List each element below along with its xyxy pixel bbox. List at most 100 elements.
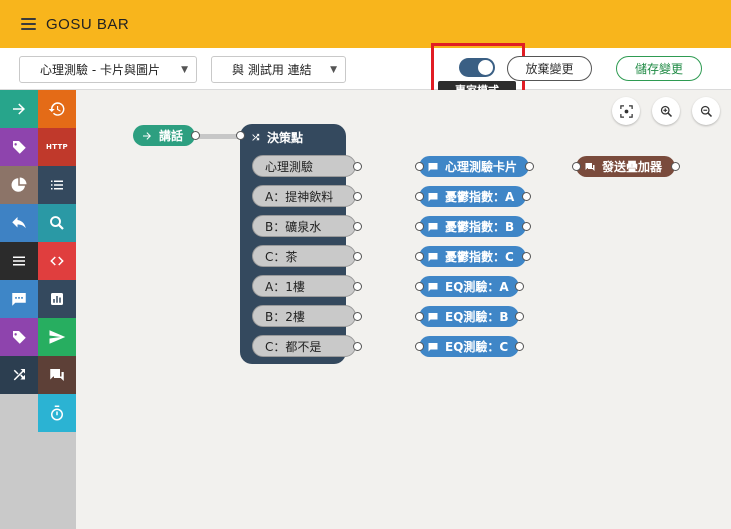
output-port[interactable]	[353, 252, 362, 261]
palette-http[interactable]: HTTP	[38, 128, 76, 166]
card-node[interactable]: 心理測驗卡片	[419, 156, 529, 177]
card-node-label: EQ測驗：A	[445, 280, 509, 294]
output-port[interactable]	[353, 192, 362, 201]
palette-analytics[interactable]	[38, 280, 76, 318]
output-port[interactable]	[515, 312, 524, 321]
input-port[interactable]	[415, 252, 424, 261]
palette-tag-2[interactable]	[0, 318, 38, 356]
palette-reply[interactable]	[0, 204, 38, 242]
timer-icon	[51, 405, 63, 421]
arrow-right-icon	[143, 131, 151, 140]
zoom-in-button[interactable]	[652, 97, 680, 125]
code-icon	[50, 256, 64, 266]
menu-lines-icon	[13, 256, 25, 266]
palette-forum[interactable]	[38, 356, 76, 394]
input-port[interactable]	[415, 222, 424, 231]
link-select[interactable]: 與 測試用 連結 ▼	[211, 56, 346, 83]
palette-menu[interactable]	[0, 242, 38, 280]
palette-send[interactable]	[38, 318, 76, 356]
palette-chart-pie[interactable]	[0, 166, 38, 204]
decision-option[interactable]: A：1樓	[252, 275, 356, 297]
discard-changes-button[interactable]: 放棄變更	[507, 56, 592, 81]
input-port[interactable]	[415, 282, 424, 291]
tag-icon	[12, 141, 26, 154]
fit-view-button[interactable]	[612, 97, 640, 125]
output-port[interactable]	[353, 162, 362, 171]
expert-mode-toggle[interactable]	[459, 58, 495, 77]
decision-node-label: 決策點	[267, 131, 304, 145]
output-port[interactable]	[525, 162, 534, 171]
palette-decision[interactable]	[0, 356, 38, 394]
card-node[interactable]: EQ測驗：A	[419, 276, 519, 297]
message-icon	[428, 222, 438, 231]
output-port[interactable]	[522, 222, 531, 231]
list-icon	[51, 180, 63, 190]
zoom-out-button[interactable]	[692, 97, 720, 125]
shuffle-icon	[13, 369, 25, 381]
palette-tag[interactable]	[0, 128, 38, 166]
output-port[interactable]	[353, 312, 362, 321]
output-port[interactable]	[515, 342, 524, 351]
decision-option[interactable]: 心理測驗	[252, 155, 356, 177]
card-node[interactable]: EQ測驗：B	[419, 306, 519, 327]
message-icon	[428, 252, 438, 261]
talk-node-label: 講話	[159, 129, 184, 143]
input-port[interactable]	[572, 162, 581, 171]
script-select-value: 心理測驗 - 卡片與圖片	[40, 63, 160, 77]
script-select[interactable]: 心理測驗 - 卡片與圖片 ▼	[19, 56, 197, 83]
card-node[interactable]: 憂鬱指數：C	[419, 246, 526, 267]
decision-option[interactable]: C：茶	[252, 245, 356, 267]
search-icon	[50, 216, 64, 230]
palette-message[interactable]	[0, 280, 38, 318]
input-port[interactable]	[415, 312, 424, 321]
output-port[interactable]	[353, 222, 362, 231]
palette-history[interactable]	[38, 90, 76, 128]
decision-option[interactable]: A：提神飲料	[252, 185, 356, 207]
talk-node[interactable]: 講話	[133, 125, 195, 146]
card-node-label: 憂鬱指數：C	[445, 250, 514, 264]
node-connector	[199, 134, 239, 139]
output-port[interactable]	[353, 282, 362, 291]
decision-option[interactable]: B：礦泉水	[252, 215, 356, 237]
tag-icon	[12, 331, 26, 344]
input-port[interactable]	[415, 342, 424, 351]
palette-search[interactable]	[38, 204, 76, 242]
input-port[interactable]	[415, 162, 424, 171]
palette-timer[interactable]	[38, 394, 76, 432]
input-port[interactable]	[415, 192, 424, 201]
bar-chart-icon	[51, 293, 63, 305]
output-port[interactable]	[522, 252, 531, 261]
decision-option[interactable]: C：都不是	[252, 335, 356, 357]
card-node[interactable]: EQ測驗：C	[419, 336, 519, 357]
output-port[interactable]	[191, 131, 200, 140]
forum-icon	[585, 162, 595, 171]
counter-node[interactable]: 發送疊加器	[576, 156, 675, 177]
arrow-right-icon	[13, 103, 25, 115]
toggle-knob	[478, 60, 493, 75]
card-node-label: EQ測驗：C	[445, 340, 509, 354]
message-dots-icon	[12, 293, 26, 306]
decision-option[interactable]: B：2樓	[252, 305, 356, 327]
palette-list[interactable]	[38, 166, 76, 204]
card-node[interactable]: 憂鬱指數：A	[419, 186, 526, 207]
reply-icon	[12, 217, 26, 229]
input-port[interactable]	[236, 131, 245, 140]
output-port[interactable]	[522, 192, 531, 201]
palette-code[interactable]	[38, 242, 76, 280]
hamburger-menu-icon[interactable]	[21, 18, 36, 30]
palette-talk[interactable]	[0, 90, 38, 128]
card-node[interactable]: 憂鬱指數：B	[419, 216, 526, 237]
pie-chart-icon	[11, 177, 27, 192]
output-port[interactable]	[353, 342, 362, 351]
save-changes-button[interactable]: 儲存變更	[616, 56, 702, 81]
fit-screen-icon	[619, 104, 633, 118]
chevron-down-icon: ▼	[181, 64, 188, 75]
decision-node-title: 決策點	[250, 129, 303, 146]
output-port[interactable]	[515, 282, 524, 291]
message-icon	[428, 342, 438, 351]
app-header: GOSU BAR	[0, 0, 731, 48]
output-port[interactable]	[671, 162, 680, 171]
forum-icon	[50, 369, 64, 381]
message-icon	[428, 192, 438, 201]
history-icon	[48, 102, 65, 116]
